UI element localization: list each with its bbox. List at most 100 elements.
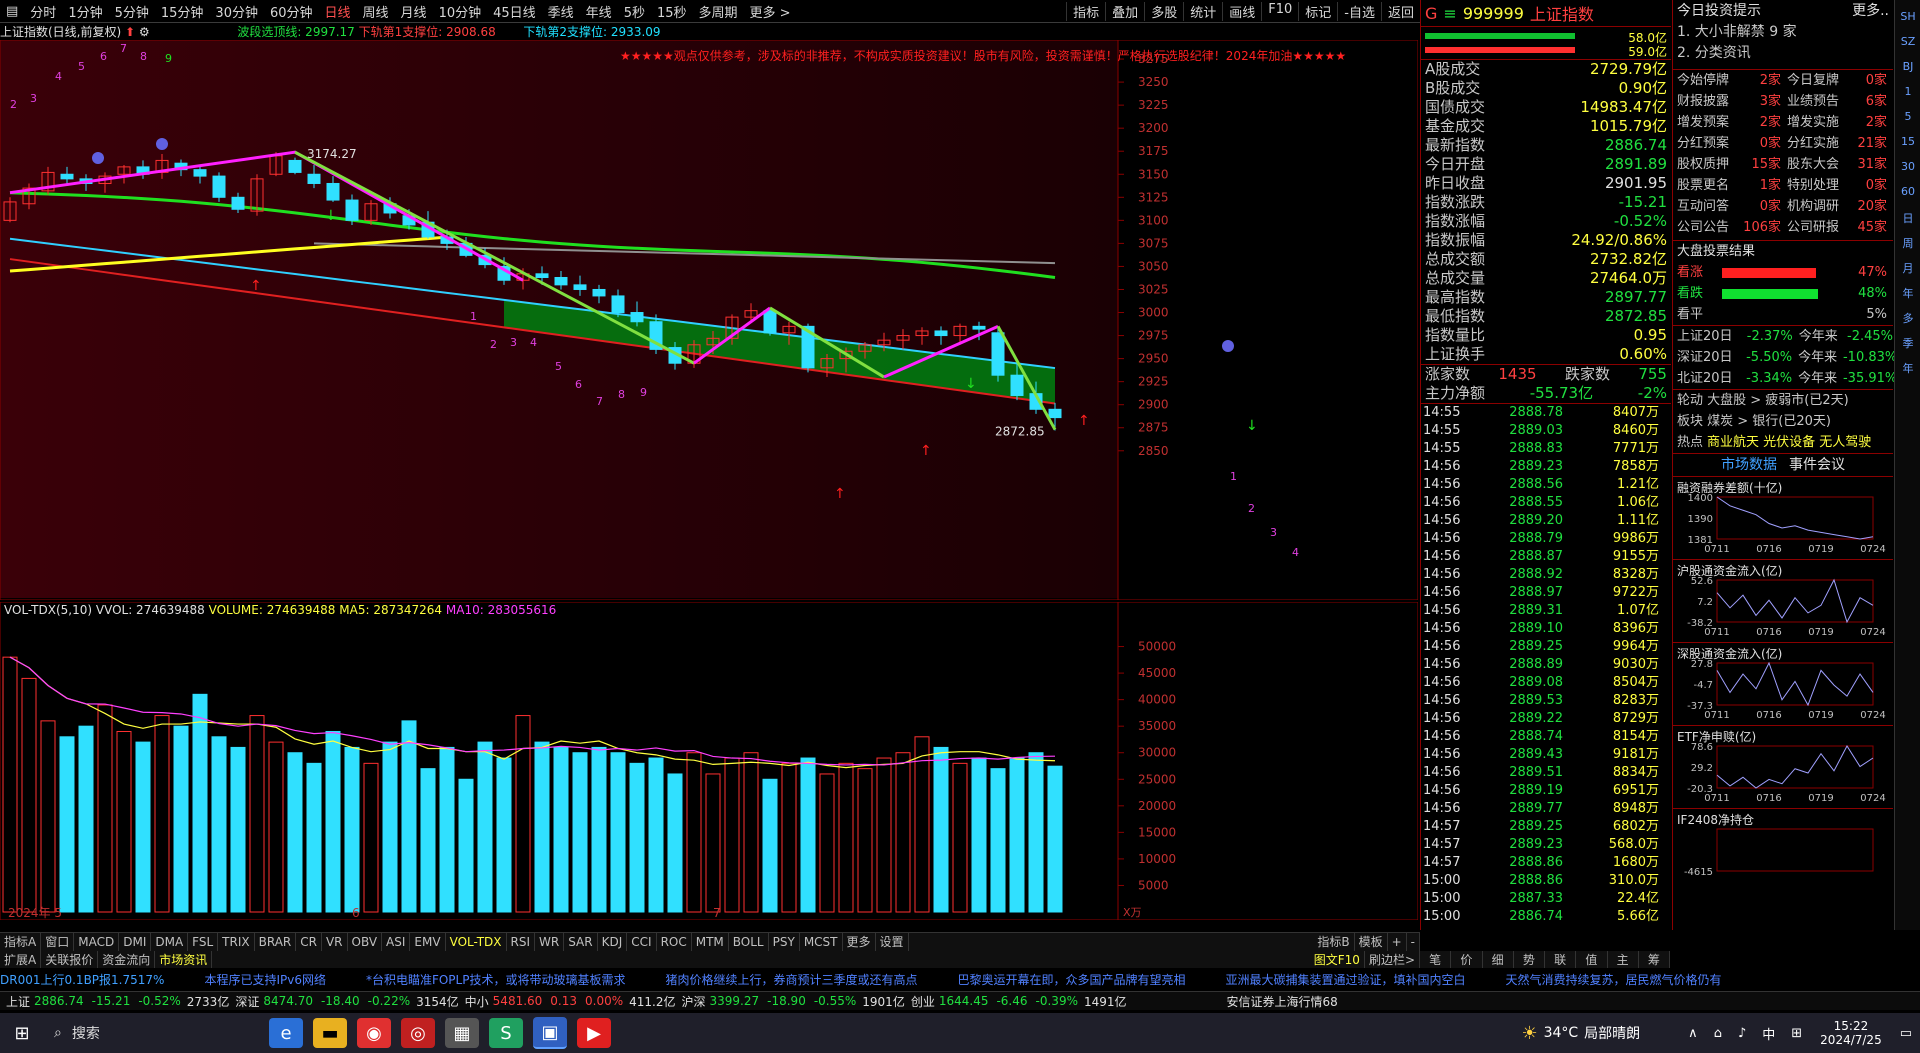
tool-button-5[interactable]: F10: [1261, 1, 1298, 21]
indicator-tab-6[interactable]: TRIX: [218, 933, 255, 951]
info-item-2[interactable]: 2. 分类资讯: [1673, 43, 1893, 70]
indicator-tab-10[interactable]: OBV: [348, 933, 383, 951]
edge-browser-icon[interactable]: e: [269, 1018, 303, 1048]
indicator-tab-5[interactable]: FSL: [188, 933, 219, 951]
tool-button-8[interactable]: 返回: [1380, 1, 1420, 21]
chrome-icon[interactable]: ◉: [357, 1018, 391, 1048]
side-icon-9[interactable]: 周: [1895, 235, 1920, 256]
indicator-tab-18[interactable]: CCI: [627, 933, 657, 951]
indicator-tab-9[interactable]: VR: [322, 933, 348, 951]
ticker-item[interactable]: *台积电瞄准FOPLP技术，或将带动玻璃基板需求: [366, 973, 626, 987]
indicator-tab-13[interactable]: VOL-TDX: [446, 933, 507, 951]
indicator-tab-16[interactable]: SAR: [564, 933, 598, 951]
ime-mode-icon[interactable]: ⊞: [1791, 1026, 1802, 1041]
indicator-tab-4[interactable]: DMA: [151, 933, 189, 951]
network-icon[interactable]: ⌂: [1714, 1026, 1722, 1041]
file-explorer-icon[interactable]: ▬: [313, 1018, 347, 1048]
sz-name[interactable]: 深证: [235, 993, 259, 1010]
app-red-icon[interactable]: ◎: [401, 1018, 435, 1048]
indicator-right-3[interactable]: -: [1407, 933, 1420, 951]
notification-icon[interactable]: ▭: [1900, 1026, 1912, 1041]
ticker-item[interactable]: 亚洲最大碳捕集装置通过验证，填补国内空白: [1226, 973, 1466, 987]
tool-button-2[interactable]: 多股: [1144, 1, 1183, 21]
period-tab-12[interactable]: 年线: [580, 2, 618, 21]
settings-icon[interactable]: ⚙: [139, 25, 150, 39]
indicator-tab-1[interactable]: 窗口: [41, 933, 75, 951]
tool-button-7[interactable]: -自选: [1337, 1, 1381, 21]
side-icon-8[interactable]: 日: [1895, 210, 1920, 231]
quote-tab-5[interactable]: 值: [1576, 951, 1608, 968]
period-tab-9[interactable]: 10分钟: [433, 2, 488, 21]
volume-chart[interactable]: 50000 45000 40000 35000 30000 25000 20000 15000…: [0, 602, 1418, 920]
quote-tab-6[interactable]: 主: [1608, 951, 1639, 968]
quote-tab-4[interactable]: 联: [1545, 951, 1577, 968]
indicator-tab-20[interactable]: MTM: [692, 933, 729, 951]
indicator-tab-7[interactable]: BRAR: [255, 933, 297, 951]
quote-tab-7[interactable]: 筹: [1639, 951, 1670, 968]
windows-start-icon[interactable]: ⊞: [5, 1018, 39, 1048]
tool-button-6[interactable]: 标记: [1298, 1, 1337, 21]
side-icon-0[interactable]: SH: [1895, 10, 1920, 31]
indicator-tab-15[interactable]: WR: [535, 933, 565, 951]
side-icon-13[interactable]: 季: [1895, 335, 1920, 356]
event-row[interactable]: 互动问答 0家 机构调研 20家: [1673, 196, 1893, 217]
indicator-tab-19[interactable]: ROC: [657, 933, 692, 951]
mini-chart[interactable]: 深股通资金流入(亿) 27.8 -4.7 -37.3 0711 0716 0719 0724: [1673, 642, 1893, 725]
period-tab-7[interactable]: 周线: [357, 2, 395, 21]
tray-chevron-icon[interactable]: ∧: [1688, 1026, 1698, 1041]
indicator-tab-0[interactable]: 指标A: [0, 933, 42, 951]
cy-name[interactable]: 创业: [911, 993, 935, 1010]
rotation-row[interactable]: 轮动 大盘股 > 疲弱市(已2天): [1673, 390, 1893, 411]
mini-chart[interactable]: 沪股通资金流入(亿) 52.6 7.2 -38.2 0711 0716 0719 0724: [1673, 559, 1893, 642]
indicator-tab-3[interactable]: DMI: [119, 933, 152, 951]
period-tab-0[interactable]: 分时: [24, 2, 62, 21]
side-icon-5[interactable]: 15: [1895, 135, 1920, 156]
hot-row[interactable]: 热点 商业航天 光伏设备 无人驾驶: [1673, 432, 1893, 453]
side-icon-14[interactable]: 年: [1895, 360, 1920, 381]
period-tab-4[interactable]: 30分钟: [209, 2, 264, 21]
indicator-tab-17[interactable]: KDJ: [598, 933, 628, 951]
period-tab-8[interactable]: 月线: [395, 2, 433, 21]
indicator-tab-24[interactable]: 更多: [843, 933, 876, 951]
search-box[interactable]: ⌕ 搜索: [44, 1018, 264, 1048]
indicator-tab-8[interactable]: CR: [296, 933, 322, 951]
tab-market-data[interactable]: 市场数据: [1721, 454, 1777, 476]
ticker-item[interactable]: 猪肉价格继续上行，券商预计三季度或还有高点: [665, 973, 917, 987]
extension-tab-2[interactable]: 资金流向: [98, 951, 156, 968]
side-icon-1[interactable]: SZ: [1895, 35, 1920, 56]
ticker-item[interactable]: DR001上行0.1BP报1.7517%: [0, 973, 164, 987]
menu-icon[interactable]: ▤: [0, 4, 24, 19]
info-item-1[interactable]: 1. 大小非解禁 9 家: [1673, 22, 1893, 43]
side-icon-6[interactable]: 30: [1895, 160, 1920, 181]
indicator-tab-11[interactable]: ASI: [382, 933, 411, 951]
extension-tab-1[interactable]: 关联报价: [41, 951, 99, 968]
extension-right-0[interactable]: 图文F10: [1310, 951, 1365, 968]
period-tab-10[interactable]: 45日线: [487, 2, 542, 21]
side-icon-10[interactable]: 月: [1895, 260, 1920, 281]
event-row[interactable]: 增发预案 2家 增发实施 2家: [1673, 112, 1893, 133]
indicator-tab-21[interactable]: BOLL: [729, 933, 769, 951]
side-icon-2[interactable]: BJ: [1895, 60, 1920, 81]
side-icon-7[interactable]: 60: [1895, 185, 1920, 206]
price-chart[interactable]: 3300327532503225320031753150312531003075…: [0, 40, 1418, 600]
hs-name[interactable]: 沪深: [682, 993, 706, 1010]
extension-right-1[interactable]: 刷边栏>: [1365, 951, 1420, 968]
tool-button-1[interactable]: 叠加: [1105, 1, 1144, 21]
weather-temp[interactable]: 34°C: [1544, 1025, 1579, 1041]
quote-tab-0[interactable]: 笔: [1420, 951, 1452, 968]
ticker-item[interactable]: 天然气消费持续复苏，居民燃气价格仍有: [1506, 973, 1722, 987]
quote-tab-2[interactable]: 细: [1483, 951, 1514, 968]
more-link[interactable]: 更多..: [1852, 0, 1889, 22]
clock[interactable]: 15:22 2024/7/25: [1820, 1019, 1882, 1047]
event-row[interactable]: 分红预案 0家 分红实施 21家: [1673, 133, 1893, 154]
side-icon-12[interactable]: 多: [1895, 310, 1920, 331]
spreadsheet-icon[interactable]: S: [489, 1018, 523, 1048]
indicator-tab-22[interactable]: PSY: [769, 933, 800, 951]
period-tab-2[interactable]: 5分钟: [109, 2, 155, 21]
event-row[interactable]: 今始停牌 2家 今日复牌 0家: [1673, 70, 1893, 91]
media-app-icon[interactable]: ▶: [577, 1018, 611, 1048]
quote-tab-1[interactable]: 价: [1451, 951, 1483, 968]
indicator-tab-25[interactable]: 设置: [876, 933, 909, 951]
extension-tab-0[interactable]: 扩展A: [0, 951, 42, 968]
sector-row[interactable]: 板块 煤炭 > 银行(已20天): [1673, 411, 1893, 432]
